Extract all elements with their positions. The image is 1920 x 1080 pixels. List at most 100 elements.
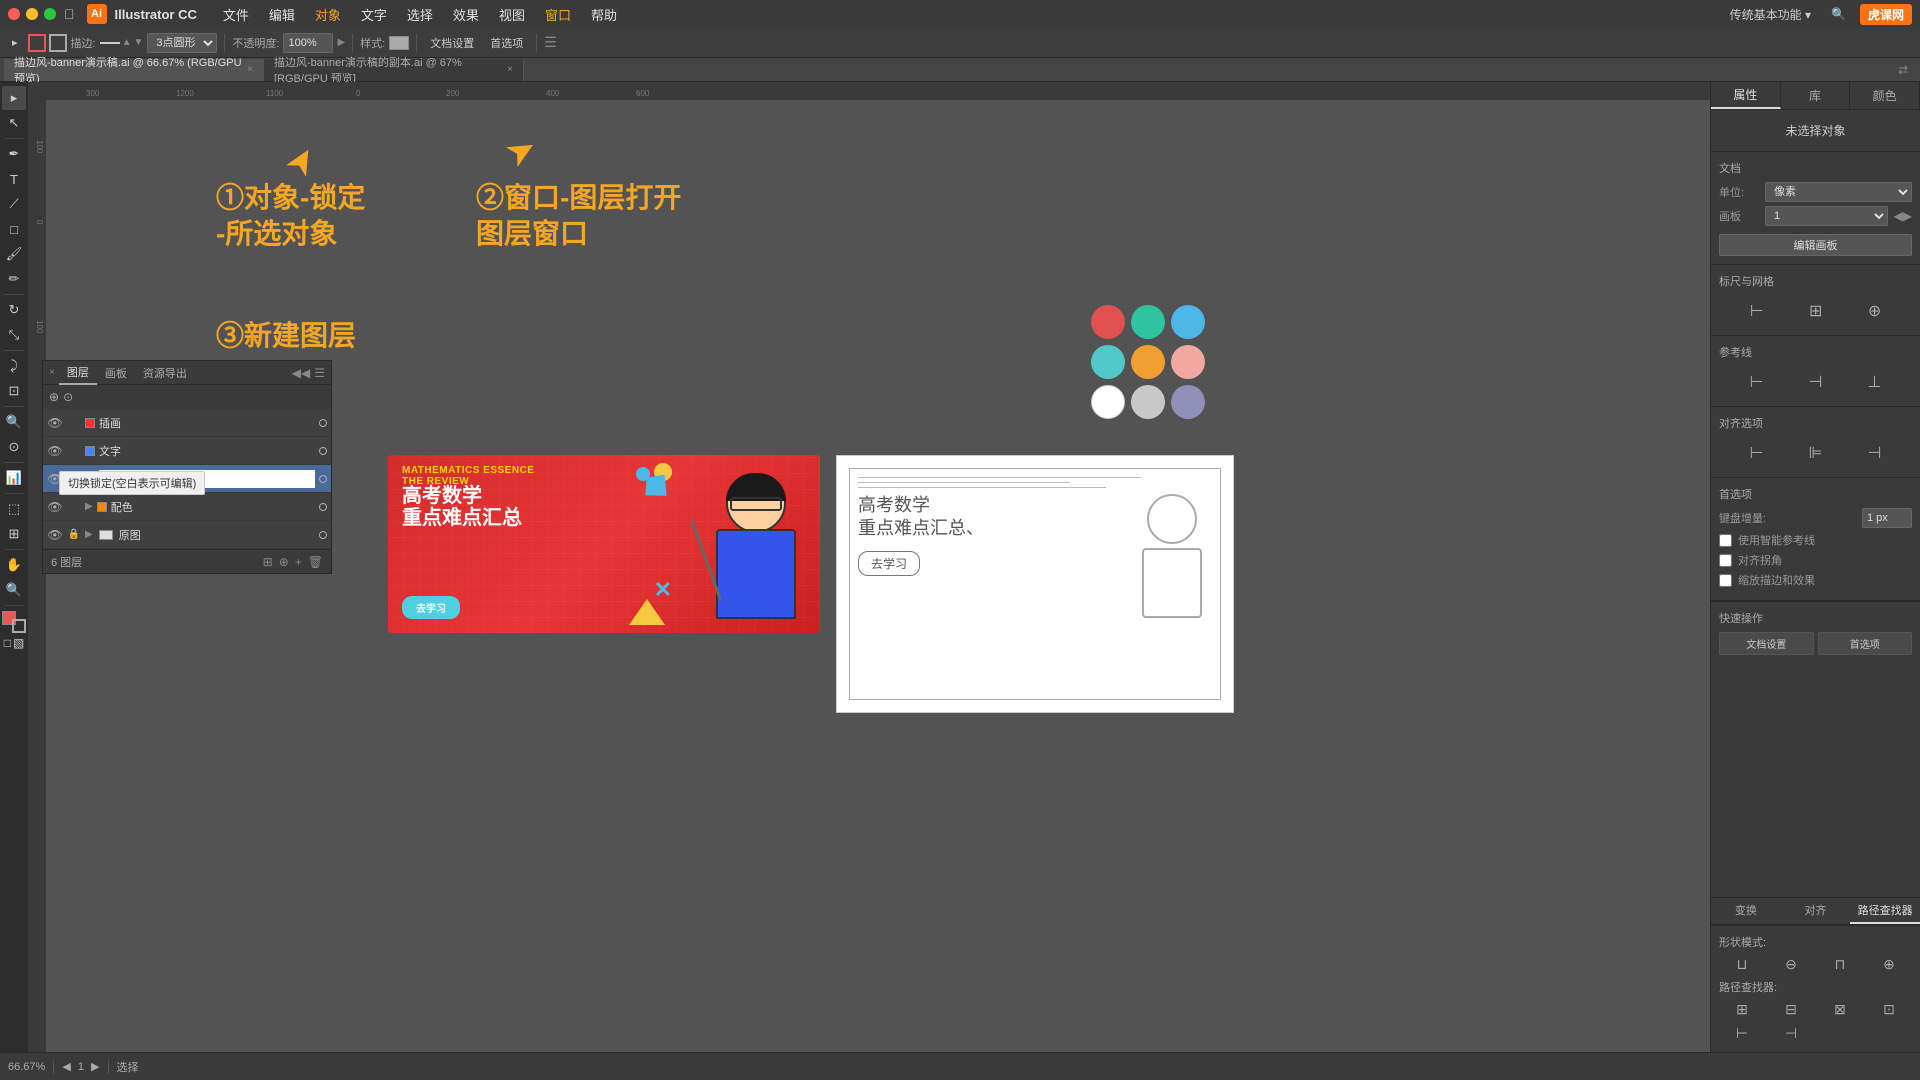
layers-tab-artboards[interactable]: 画板 (97, 361, 135, 385)
menu-window[interactable]: 窗口 (535, 0, 581, 28)
menu-search-icon[interactable]: 🔍 (1825, 7, 1852, 21)
tab-1[interactable]: 描边风-banner演示稿.ai @ 66.67% (RGB/GPU 预览) × (4, 59, 264, 81)
selection-tool-btn[interactable]: ▸ (6, 34, 24, 51)
layer-lock-editing[interactable] (67, 472, 81, 486)
color-icon[interactable]: □ (4, 636, 11, 650)
menu-effect[interactable]: 效果 (443, 0, 489, 28)
tab-1-close[interactable]: × (247, 64, 253, 75)
gradient-icon[interactable]: ▧ (13, 636, 24, 650)
units-select[interactable]: 像素 (1765, 182, 1912, 202)
layer-vis-chuhua[interactable]: 👁 (47, 415, 63, 431)
rotate-tool[interactable]: ↻ (2, 298, 26, 322)
stroke-swatch[interactable] (12, 619, 26, 633)
layers-ctrl-icon1[interactable]: ⊕ (49, 390, 59, 404)
rp-tab-properties[interactable]: 属性 (1711, 82, 1781, 109)
layer-target-peise[interactable] (319, 503, 327, 511)
unite-icon[interactable]: ⊔ (1719, 954, 1765, 975)
stroke-color[interactable] (49, 34, 67, 52)
rp-tab-color[interactable]: 颜色 (1850, 82, 1920, 109)
align-tab[interactable]: 对齐 (1781, 898, 1851, 924)
swatch-peach[interactable] (1171, 345, 1205, 379)
blend-tool[interactable]: ⊙ (2, 435, 26, 459)
layer-lock-yuantu[interactable]: 🔒 (67, 528, 81, 542)
stroke-down-icon[interactable]: ▼ (134, 37, 144, 48)
layer-row-yuantu[interactable]: 👁 🔒 ▶ 原图 (43, 521, 331, 549)
minus-front-icon[interactable]: ⊖ (1768, 954, 1814, 975)
warp-tool[interactable]: ⤸ (2, 354, 26, 378)
layer-new-sublayer-icon[interactable]: ⊕ (279, 555, 289, 569)
fill-stroke-selector[interactable] (2, 611, 26, 633)
eyedropper-tool[interactable]: 🔍 (2, 410, 26, 434)
grid-icon[interactable]: ⊞ (1807, 299, 1824, 323)
swatch-white[interactable] (1091, 385, 1125, 419)
swatch-light-blue[interactable] (1091, 345, 1125, 379)
layer-vis-wenzi[interactable]: 👁 (47, 443, 63, 459)
stroke-up-icon[interactable]: ▲ (122, 37, 132, 48)
menu-object[interactable]: 对象 (305, 0, 351, 28)
pencil-tool[interactable]: ✏ (2, 267, 26, 291)
hand-tool[interactable]: ✋ (2, 553, 26, 577)
align-right-icon[interactable]: ⊣ (1866, 441, 1884, 465)
layer-target-wenzi[interactable] (319, 447, 327, 455)
line-tool[interactable]: ⟋ (2, 192, 26, 216)
layers-tab-export[interactable]: 资源导出 (135, 361, 195, 385)
prefs-quick-btn[interactable]: 首选项 (1818, 632, 1913, 655)
zoom-level[interactable]: 66.67% (8, 1061, 45, 1073)
layer-target-chuhua[interactable] (319, 419, 327, 427)
trim-icon[interactable]: ⊟ (1768, 999, 1814, 1020)
guide-icon-2[interactable]: ⊣ (1807, 370, 1825, 394)
select-tool[interactable]: ▸ (2, 86, 26, 110)
artboard-arrows[interactable]: ◀▶ (1894, 209, 1912, 223)
rp-tab-library[interactable]: 库 (1781, 82, 1851, 109)
apple-menu[interactable]:  (64, 6, 75, 22)
doc-settings-btn[interactable]: 文档设置 (424, 33, 480, 53)
tab-2-close[interactable]: × (507, 64, 513, 75)
crop-icon[interactable]: ⊡ (1866, 999, 1912, 1020)
menu-help[interactable]: 帮助 (581, 0, 627, 28)
swatch-gray[interactable] (1131, 385, 1165, 419)
swatch-teal[interactable] (1131, 305, 1165, 339)
menu-view[interactable]: 视图 (489, 0, 535, 28)
canvas-content[interactable]: ①对象-锁定 -所选对象 ➤ ②窗口-图层打开 图层窗口 ➤ ③新建图层 ➤ (46, 100, 1710, 1052)
swatch-blue[interactable] (1171, 305, 1205, 339)
menu-file[interactable]: 文件 (213, 0, 259, 28)
layer-row-peise[interactable]: 👁 ▶ 配色 (43, 493, 331, 521)
guide-icon-1[interactable]: ⊢ (1748, 370, 1766, 394)
layer-lock-wenzi[interactable] (67, 444, 81, 458)
layer-expand-peise[interactable]: ▶ (85, 501, 93, 512)
transform-tab[interactable]: 变换 (1711, 898, 1781, 924)
pen-tool[interactable]: ✒ (2, 142, 26, 166)
guide-icon-3[interactable]: ⊥ (1866, 370, 1884, 394)
exclude-icon[interactable]: ⊕ (1866, 954, 1912, 975)
fullscreen-button[interactable] (44, 8, 56, 20)
opacity-input[interactable] (283, 33, 333, 53)
smart-guides-checkbox[interactable] (1719, 534, 1732, 547)
close-button[interactable] (8, 8, 20, 20)
snap-icon[interactable]: ⊕ (1866, 299, 1883, 323)
prefs-btn[interactable]: 首选项 (484, 33, 529, 53)
align-left-icon[interactable]: ⊢ (1748, 441, 1766, 465)
rect-tool[interactable]: □ (2, 217, 26, 241)
scale-tool[interactable]: ⤡ (2, 323, 26, 347)
divide-icon[interactable]: ⊞ (1719, 999, 1765, 1020)
menu-workspace[interactable]: 传统基本功能 ▾ (1724, 6, 1817, 23)
intersect-icon[interactable]: ⊓ (1817, 954, 1863, 975)
layer-delete-icon[interactable]: 🗑 (308, 555, 323, 569)
layers-collapse-icon[interactable]: ◀◀ (292, 366, 310, 380)
outline-icon[interactable]: ⊢ (1719, 1023, 1765, 1044)
layer-make-clipping-icon[interactable]: ⊞ (263, 555, 273, 569)
layer-lock-chuhua[interactable] (67, 416, 81, 430)
swatch-red[interactable] (1091, 305, 1125, 339)
align-center-icon[interactable]: ⊫ (1807, 441, 1825, 465)
type-tool[interactable]: T (2, 167, 26, 191)
graph-tool[interactable]: 📊 (2, 466, 26, 490)
minus-back-icon[interactable]: ⊣ (1768, 1023, 1814, 1044)
swatch-purple-gray[interactable] (1171, 385, 1205, 419)
tab-2[interactable]: 描边风-banner演示稿的副本.ai @ 67% [RGB/GPU 预览] × (264, 59, 524, 81)
layer-target-yuantu[interactable] (319, 531, 327, 539)
zoom-tool[interactable]: 🔍 (2, 578, 26, 602)
stroke-type-select[interactable]: 3点圆形 (147, 33, 217, 53)
layers-panel-close[interactable]: × (49, 367, 55, 378)
layers-tab-layers[interactable]: 图层 (59, 361, 97, 385)
layer-row-editing[interactable]: 👁 (43, 465, 331, 493)
